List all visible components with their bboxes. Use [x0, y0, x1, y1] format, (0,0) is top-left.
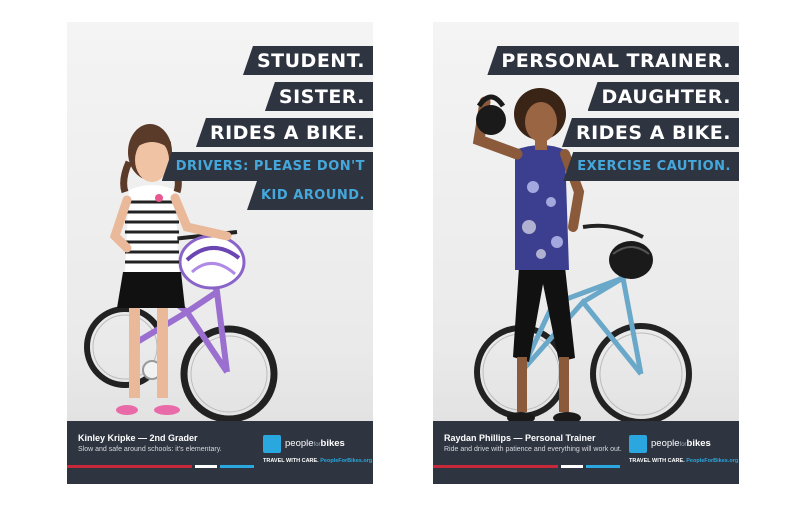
headline-3: RIDES A BIKE.	[195, 118, 373, 147]
headline-3: RIDES A BIKE.	[561, 118, 739, 147]
brand-logo: peopleforbikes	[651, 438, 711, 449]
poster-personal-trainer: PERSONAL TRAINER. DAUGHTER. RIDES A BIKE…	[433, 22, 739, 484]
warning-line-1: DRIVERS: PLEASE DON'T	[161, 152, 373, 181]
bike-logo-icon	[629, 435, 647, 453]
poster-student: STUDENT. SISTER. RIDES A BIKE. DRIVERS: …	[67, 22, 373, 484]
headline-2: SISTER.	[264, 82, 373, 111]
headline-2: DAUGHTER.	[587, 82, 739, 111]
headline-1: PERSONAL TRAINER.	[487, 46, 739, 75]
color-stripes	[433, 465, 620, 468]
person-note: Ride and drive with patience and everyth…	[444, 446, 622, 453]
headline-1: STUDENT.	[242, 46, 373, 75]
color-stripes	[67, 465, 254, 468]
brand-tagline: TRAVEL WITH CARE. PeopleForBikes.org	[263, 458, 373, 464]
poster-footer: Raydan Phillips — Personal Trainer Ride …	[433, 421, 739, 484]
brand-logo: peopleforbikes	[285, 438, 345, 449]
poster-footer: Kinley Kripke — 2nd Grader Slow and safe…	[67, 421, 373, 484]
warning-line-2: KID AROUND.	[246, 181, 373, 210]
brand-tagline: TRAVEL WITH CARE. PeopleForBikes.org	[629, 458, 739, 464]
person-name: Raydan Phillips — Personal Trainer	[444, 433, 596, 443]
person-name: Kinley Kripke — 2nd Grader	[78, 433, 198, 443]
warning-line-1: EXERCISE CAUTION.	[563, 152, 739, 181]
person-note: Slow and safe around schools: it's eleme…	[78, 446, 222, 453]
bike-logo-icon	[263, 435, 281, 453]
